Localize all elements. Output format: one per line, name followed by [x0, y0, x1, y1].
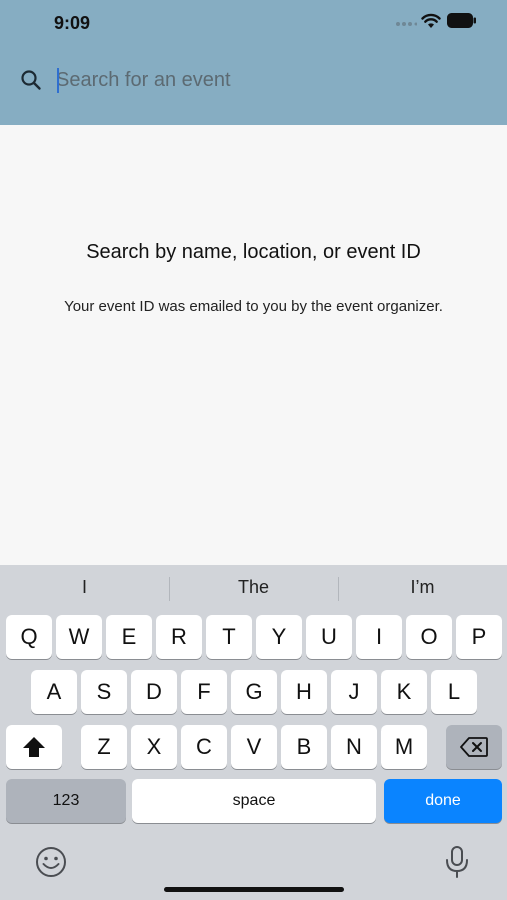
status-bar: 9:09: [0, 0, 507, 48]
home-indicator: [164, 887, 344, 892]
key-a[interactable]: A: [31, 670, 77, 714]
suggestion-bar: I The I’m: [0, 565, 507, 611]
signal-dots-icon: [396, 22, 417, 26]
wifi-icon: [421, 13, 441, 28]
shift-key[interactable]: [6, 725, 62, 769]
key-x[interactable]: X: [131, 725, 177, 769]
key-i[interactable]: I: [356, 615, 402, 659]
empty-state-title: Search by name, location, or event ID: [86, 241, 421, 263]
key-k[interactable]: K: [381, 670, 427, 714]
key-n[interactable]: N: [331, 725, 377, 769]
key-u[interactable]: U: [306, 615, 352, 659]
key-m[interactable]: M: [381, 725, 427, 769]
key-b[interactable]: B: [281, 725, 327, 769]
key-j[interactable]: J: [331, 670, 377, 714]
key-s[interactable]: S: [81, 670, 127, 714]
delete-key[interactable]: [446, 725, 502, 769]
key-q[interactable]: Q: [6, 615, 52, 659]
suggestion-item[interactable]: The: [169, 577, 338, 598]
space-key[interactable]: space: [132, 779, 376, 823]
key-d[interactable]: D: [131, 670, 177, 714]
key-v[interactable]: V: [231, 725, 277, 769]
key-c[interactable]: C: [181, 725, 227, 769]
empty-state-subtitle: Your event ID was emailed to you by the …: [64, 298, 443, 315]
key-e[interactable]: E: [106, 615, 152, 659]
shift-icon: [23, 737, 45, 757]
search-bar[interactable]: [0, 56, 507, 104]
suggestion-item[interactable]: I: [0, 577, 169, 598]
key-o[interactable]: O: [406, 615, 452, 659]
key-l[interactable]: L: [431, 670, 477, 714]
key-g[interactable]: G: [231, 670, 277, 714]
delete-icon: [460, 737, 488, 757]
text-cursor: [57, 68, 59, 93]
status-time: 9:09: [54, 13, 91, 33]
search-icon: [21, 70, 41, 90]
key-p[interactable]: P: [456, 615, 502, 659]
empty-state: Search by name, location, or event ID Yo…: [0, 125, 507, 565]
key-w[interactable]: W: [56, 615, 102, 659]
key-y[interactable]: Y: [256, 615, 302, 659]
search-input[interactable]: [56, 65, 476, 95]
done-key[interactable]: done: [384, 779, 502, 823]
emoji-icon[interactable]: [34, 845, 68, 879]
microphone-icon[interactable]: [444, 845, 470, 879]
key-h[interactable]: H: [281, 670, 327, 714]
suggestion-item[interactable]: I’m: [338, 577, 507, 598]
key-f[interactable]: F: [181, 670, 227, 714]
keyboard: I The I’m Q W E R T Y U I O P A S D F G …: [0, 565, 507, 900]
key-r[interactable]: R: [156, 615, 202, 659]
battery-icon: [447, 13, 476, 28]
numbers-key[interactable]: 123: [6, 779, 126, 823]
key-z[interactable]: Z: [81, 725, 127, 769]
key-t[interactable]: T: [206, 615, 252, 659]
header: 9:09: [0, 0, 507, 125]
